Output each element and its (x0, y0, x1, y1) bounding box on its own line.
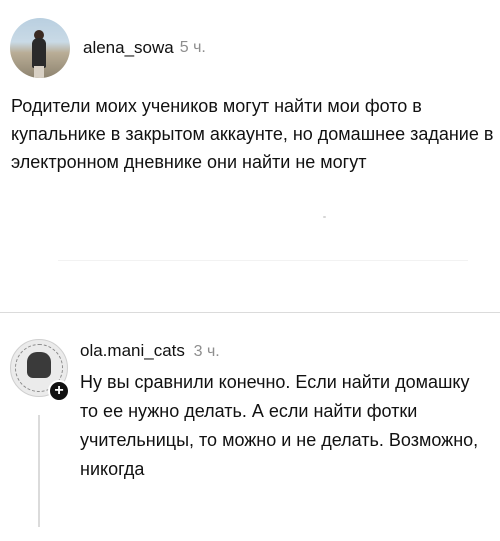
follow-plus-icon[interactable]: + (48, 380, 70, 402)
faint-separator (58, 260, 468, 261)
comment-header: ola.mani_cats 3 ч. (80, 341, 220, 361)
comment-username[interactable]: ola.mani_cats (80, 341, 185, 360)
post-text: Родители моих учеников могут найти мои ф… (11, 96, 494, 172)
decorative-dot (323, 216, 326, 218)
divider (0, 312, 500, 313)
thread-line (38, 415, 40, 527)
cat-logo-icon (27, 352, 51, 378)
comment-time: 3 ч. (193, 343, 220, 360)
avatar[interactable] (10, 18, 70, 78)
post-username[interactable]: alena_sowa (83, 38, 174, 58)
avatar-person (32, 38, 46, 68)
avatar-person-legs (34, 66, 44, 78)
post-time: 5 ч. (179, 39, 206, 56)
comment-text: Ну вы сравнили конечно. Если найти домаш… (80, 372, 479, 479)
post-header: alena_sowa 5 ч. (10, 18, 206, 78)
